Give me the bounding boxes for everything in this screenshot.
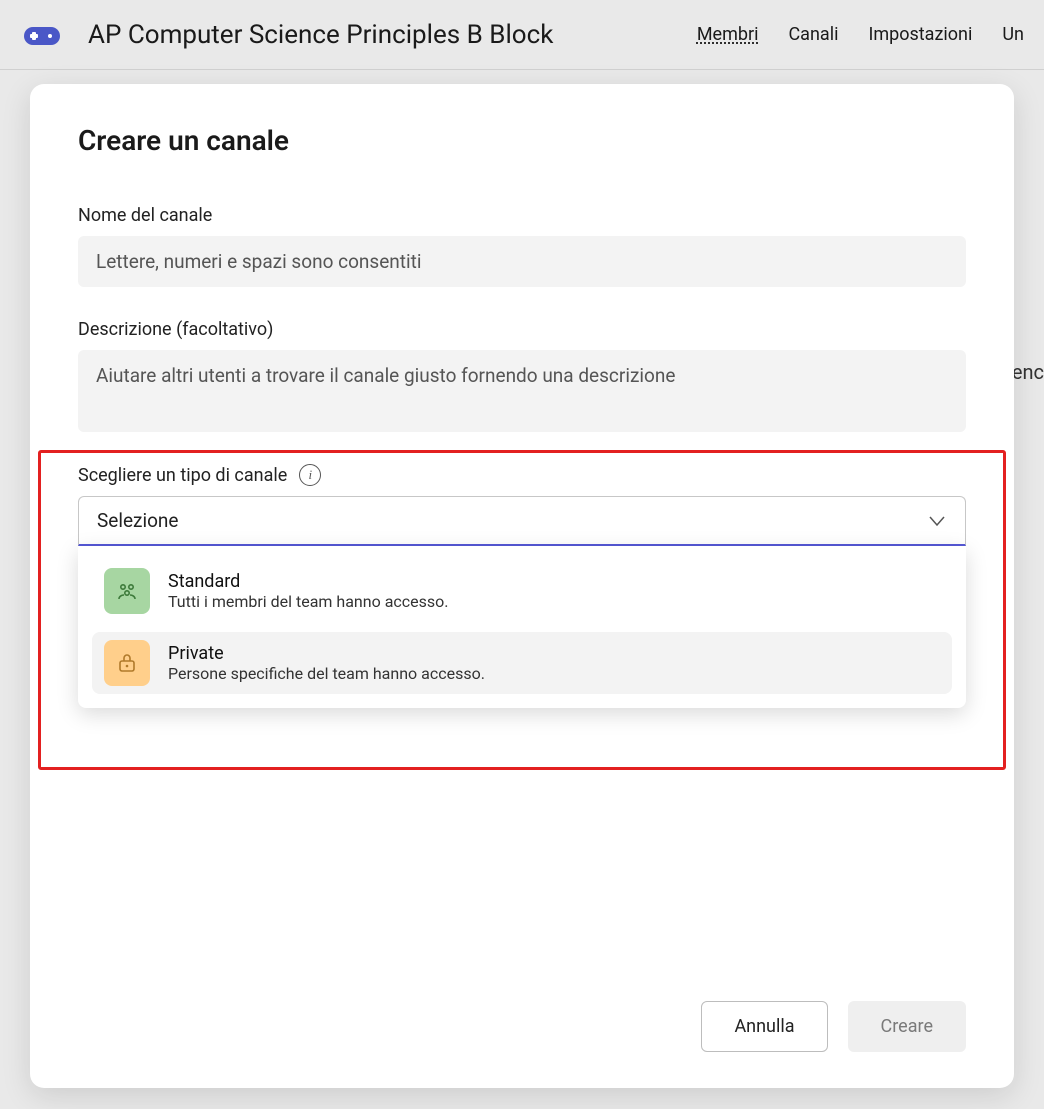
people-icon xyxy=(104,568,150,614)
channel-type-option-standard[interactable]: Standard Tutti i membri del team hanno a… xyxy=(92,560,952,622)
cancel-button[interactable]: Annulla xyxy=(701,1001,827,1052)
channel-type-label-text: Scegliere un tipo di canale xyxy=(78,465,287,486)
channel-desc-input[interactable] xyxy=(78,350,966,432)
channel-type-option-private[interactable]: Private Persone specifiche del team hann… xyxy=(92,632,952,694)
channel-name-input[interactable] xyxy=(78,236,966,287)
option-desc: Tutti i membri del team hanno accesso. xyxy=(168,592,449,611)
lock-icon xyxy=(104,640,150,686)
option-title: Standard xyxy=(168,571,449,592)
option-texts: Standard Tutti i membri del team hanno a… xyxy=(168,571,449,611)
info-icon[interactable]: i xyxy=(299,464,321,486)
channel-type-dropdown: Standard Tutti i membri del team hanno a… xyxy=(78,546,966,708)
chevron-down-icon xyxy=(927,511,947,531)
select-value: Selezione xyxy=(97,509,179,532)
create-button[interactable]: Creare xyxy=(848,1001,966,1052)
option-desc: Persone specifiche del team hanno access… xyxy=(168,664,485,683)
option-texts: Private Persone specifiche del team hann… xyxy=(168,643,485,683)
channel-desc-label: Descrizione (facoltativo) xyxy=(78,319,966,340)
modal-title: Creare un canale xyxy=(78,124,966,157)
create-channel-modal: Creare un canale Nome del canale Descriz… xyxy=(30,84,1014,1088)
option-title: Private xyxy=(168,643,485,664)
channel-type-select-button[interactable]: Selezione xyxy=(78,496,966,546)
channel-type-select: Selezione Standard Tutti i membri del xyxy=(78,496,966,546)
channel-name-label: Nome del canale xyxy=(78,205,966,226)
modal-footer: Annulla Creare xyxy=(78,1001,966,1052)
channel-type-label: Scegliere un tipo di canale i xyxy=(78,464,966,486)
